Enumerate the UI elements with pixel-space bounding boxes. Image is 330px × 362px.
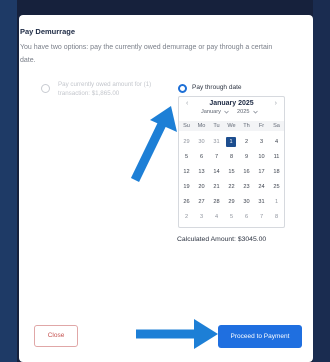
calendar-day[interactable]: 21 bbox=[209, 180, 224, 195]
calendar-day[interactable]: 1 bbox=[269, 195, 284, 210]
calendar-day[interactable]: 3 bbox=[254, 135, 269, 150]
close-button[interactable]: Close bbox=[34, 325, 78, 347]
calendar-day[interactable]: 4 bbox=[269, 135, 284, 150]
calendar-day[interactable]: 22 bbox=[224, 180, 239, 195]
date-picker: ‹ January 2025 › January 2025 Su Mo Tu We Th… bbox=[178, 96, 285, 228]
weekday-label: Th bbox=[243, 123, 250, 129]
radio-pay-current[interactable] bbox=[41, 84, 50, 93]
year-select[interactable]: 2025 bbox=[237, 109, 258, 115]
calendar-day[interactable]: 17 bbox=[254, 165, 269, 180]
calendar-day[interactable]: 18 bbox=[269, 165, 284, 180]
month-select-value: January bbox=[201, 109, 221, 115]
calendar-day[interactable]: 8 bbox=[224, 150, 239, 165]
calendar-day[interactable]: 29 bbox=[224, 195, 239, 210]
weekday-label: Su bbox=[183, 123, 190, 129]
option-pay-through-date-label: Pay through date bbox=[192, 84, 242, 91]
proceed-to-payment-button[interactable]: Proceed to Payment bbox=[218, 325, 302, 348]
calculated-amount: Calculated Amount: $3045.00 bbox=[177, 236, 267, 243]
radio-pay-through-date[interactable] bbox=[178, 84, 187, 93]
calendar-day[interactable]: 7 bbox=[209, 150, 224, 165]
weekday-label: Mo bbox=[197, 123, 206, 129]
calendar-day[interactable]: 27 bbox=[194, 195, 209, 210]
calendar-day[interactable]: 5 bbox=[179, 150, 194, 165]
modal-description: You have two options: pay the currently … bbox=[20, 44, 273, 64]
annotation-arrow-icon bbox=[136, 319, 218, 349]
annotation-arrow-icon bbox=[130, 106, 177, 182]
calendar-day[interactable]: 30 bbox=[239, 195, 254, 210]
calendar-day[interactable]: 2 bbox=[179, 210, 194, 225]
calendar-day[interactable]: 6 bbox=[194, 150, 209, 165]
calendar-day[interactable]: 10 bbox=[254, 150, 269, 165]
calendar-day[interactable]: 16 bbox=[239, 165, 254, 180]
calendar-day[interactable]: 7 bbox=[254, 210, 269, 225]
calendar-header: ‹ January 2025 › January 2025 bbox=[179, 97, 284, 119]
calendar-day[interactable]: 24 bbox=[254, 180, 269, 195]
calendar-day[interactable]: 30 bbox=[194, 135, 209, 150]
calendar-day[interactable]: 5 bbox=[224, 210, 239, 225]
calendar-day[interactable]: 13 bbox=[194, 165, 209, 180]
calendar-day[interactable]: 29 bbox=[179, 135, 194, 150]
month-select[interactable]: January bbox=[201, 109, 230, 115]
calendar-day[interactable]: 31 bbox=[209, 135, 224, 150]
background-panel-left bbox=[0, 0, 17, 362]
chevron-down-icon bbox=[224, 110, 230, 114]
calendar-day-selected[interactable]: 1 bbox=[226, 137, 236, 147]
weekday-label: Sa bbox=[273, 123, 280, 129]
chevron-down-icon bbox=[253, 110, 258, 114]
calendar-day[interactable]: 25 bbox=[269, 180, 284, 195]
calendar-day[interactable]: 26 bbox=[179, 195, 194, 210]
calendar-day[interactable]: 19 bbox=[179, 180, 194, 195]
year-select-value: 2025 bbox=[237, 109, 250, 115]
calendar-day[interactable]: 20 bbox=[194, 180, 209, 195]
weekday-label: Tu bbox=[213, 123, 220, 129]
calendar-month-title: January 2025 bbox=[209, 100, 254, 107]
calendar-day[interactable]: 3 bbox=[194, 210, 209, 225]
calendar-day[interactable]: 6 bbox=[239, 210, 254, 225]
calendar-day[interactable]: 11 bbox=[269, 150, 284, 165]
weekday-label: We bbox=[227, 123, 236, 129]
calendar-weekday-header: Su Mo Tu We Th Fr Sa bbox=[179, 121, 284, 131]
next-month-icon[interactable]: › bbox=[275, 100, 277, 107]
calendar-day-grid: 29 30 31 1 2 3 4 5 6 7 8 9 10 11 12 13 14 15 16 17 18 19 20 21 2… bbox=[179, 135, 284, 225]
option-pay-current-label: Pay currently owed amount for (1) transa… bbox=[58, 81, 152, 97]
calendar-day[interactable]: 9 bbox=[239, 150, 254, 165]
background-panel-right bbox=[313, 0, 330, 362]
modal-title: Pay Demurrage bbox=[20, 27, 76, 36]
calendar-day[interactable]: 4 bbox=[209, 210, 224, 225]
weekday-label: Fr bbox=[258, 123, 265, 129]
calendar-day[interactable]: 28 bbox=[209, 195, 224, 210]
calendar-day[interactable]: 15 bbox=[224, 165, 239, 180]
calendar-day[interactable]: 12 bbox=[179, 165, 194, 180]
calendar-day[interactable]: 31 bbox=[254, 195, 269, 210]
calendar-day[interactable]: 2 bbox=[239, 135, 254, 150]
calendar-day[interactable]: 23 bbox=[239, 180, 254, 195]
calendar-day[interactable]: 14 bbox=[209, 165, 224, 180]
calendar-day[interactable]: 8 bbox=[269, 210, 284, 225]
